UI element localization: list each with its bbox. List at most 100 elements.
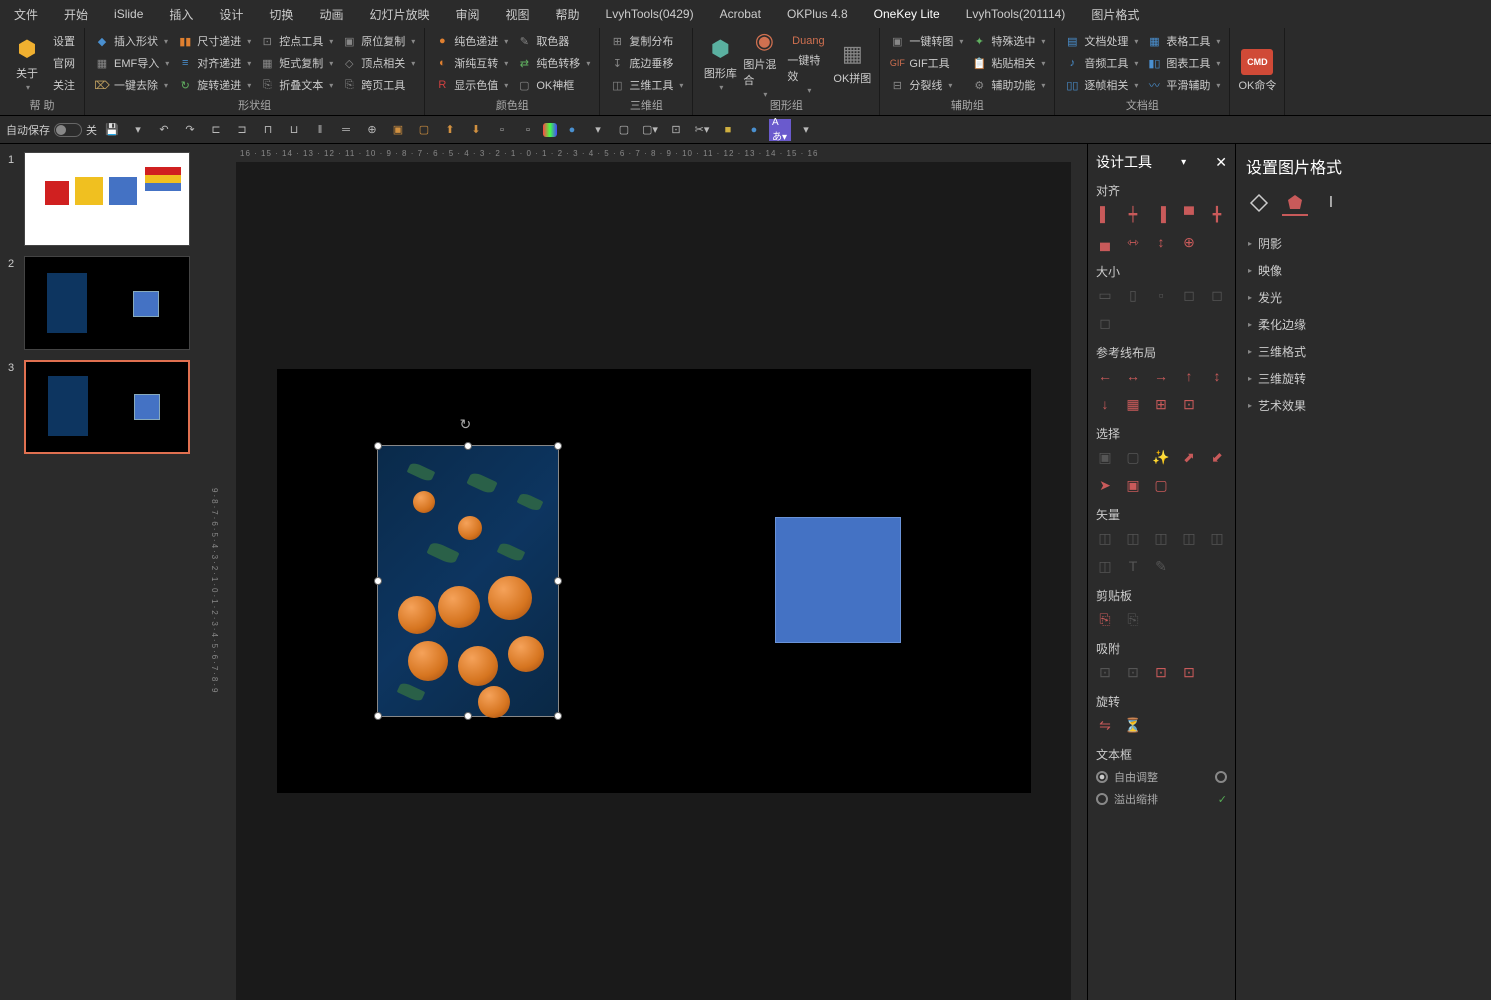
align-top-icon[interactable]: ⊔ <box>283 119 305 141</box>
effect-button[interactable]: Duang一键特效▾ <box>787 31 829 95</box>
gif-button[interactable]: GIFGIF工具 <box>886 53 966 73</box>
matrix-copy-button[interactable]: ▦矩式复制▾ <box>256 53 336 73</box>
convert-img-button[interactable]: ▣一键转图▾ <box>886 31 966 51</box>
special-select-button[interactable]: ✦特殊选中▾ <box>968 31 1048 51</box>
align-right-icon[interactable]: ▐ <box>1152 205 1170 223</box>
menu-onekey[interactable]: OneKey Lite <box>864 3 950 25</box>
vec-6-icon[interactable]: ◫ <box>1096 557 1114 575</box>
fp-tab-effects[interactable] <box>1282 190 1308 216</box>
vec-2-icon[interactable]: ◫ <box>1124 529 1142 547</box>
menu-transition[interactable]: 切换 <box>259 2 303 27</box>
menu-design[interactable]: 设计 <box>209 2 253 27</box>
handle-s[interactable] <box>464 712 472 720</box>
extra-1-icon[interactable]: ▫ <box>491 119 513 141</box>
sel-8-icon[interactable]: ▢ <box>1152 476 1170 494</box>
fold-text-button[interactable]: ⎘折叠文本▾ <box>256 75 336 95</box>
rotate-flip-v-icon[interactable]: ⏳ <box>1124 716 1142 734</box>
send-back-icon[interactable]: ⬇ <box>465 119 487 141</box>
size-step-button[interactable]: ▮▮尺寸递进▾ <box>174 31 254 51</box>
menu-animation[interactable]: 动画 <box>309 2 353 27</box>
sel-4-icon[interactable]: ⬈ <box>1180 448 1198 466</box>
menu-lvyh1[interactable]: LvyhTools(0429) <box>596 3 704 25</box>
handle-w[interactable] <box>374 577 382 585</box>
vec-t-icon[interactable]: T <box>1124 557 1142 575</box>
audio-button[interactable]: ♪音频工具▾ <box>1061 53 1141 73</box>
dropdown-icon[interactable]: ▾ <box>127 119 149 141</box>
thumb-slide-2[interactable] <box>24 256 190 350</box>
close-design-panel[interactable]: ✕ <box>1215 154 1227 171</box>
text-style-icon[interactable]: Aあ▾ <box>769 119 791 141</box>
redo-icon[interactable]: ↷ <box>179 119 201 141</box>
sel-7-icon[interactable]: ▣ <box>1124 476 1142 494</box>
menu-help[interactable]: 帮助 <box>546 2 590 27</box>
vec-1-icon[interactable]: ◫ <box>1096 529 1114 547</box>
rotation-handle[interactable]: ↻ <box>460 416 476 432</box>
center-both-icon[interactable]: ⊕ <box>1180 233 1198 251</box>
guide-t-icon[interactable]: ↑ <box>1180 367 1198 385</box>
chart-button[interactable]: ▮▯图表工具▾ <box>1143 53 1223 73</box>
menu-view[interactable]: 视图 <box>495 2 539 27</box>
size-1-icon[interactable]: ▭ <box>1096 286 1114 304</box>
paste-related-button[interactable]: 📋粘贴相关▾ <box>968 53 1048 73</box>
align-left-icon[interactable]: ▌ <box>1096 205 1114 223</box>
distribute-v-icon[interactable]: ═ <box>335 119 357 141</box>
size-5-icon[interactable]: ◻ <box>1208 286 1226 304</box>
fp-reflection[interactable]: ▸映像 <box>1246 257 1481 284</box>
fill-yellow-icon[interactable]: ■ <box>717 119 739 141</box>
doc-process-button[interactable]: ▤文档处理▾ <box>1061 31 1141 51</box>
undo-icon[interactable]: ↶ <box>153 119 175 141</box>
insert-shape-button[interactable]: ◆插入形状▾ <box>91 31 172 51</box>
vec-5-icon[interactable]: ◫ <box>1208 529 1226 547</box>
shape-lib-button[interactable]: ⬢图形库▾ <box>699 31 741 95</box>
thumb-slide-3[interactable] <box>24 360 190 454</box>
align-top-icon[interactable]: ▀ <box>1180 205 1198 223</box>
menu-review[interactable]: 审阅 <box>445 2 489 27</box>
menu-slideshow[interactable]: 幻灯片放映 <box>359 2 439 27</box>
align-right-icon[interactable]: ⊓ <box>257 119 279 141</box>
fp-soft-edge[interactable]: ▸柔化边缘 <box>1246 311 1481 338</box>
remove-button[interactable]: ⌦一键去除▾ <box>91 75 172 95</box>
align-left-icon[interactable]: ⊏ <box>205 119 227 141</box>
group-icon[interactable]: ▣ <box>387 119 409 141</box>
fill-blue-icon[interactable]: ● <box>743 119 765 141</box>
handle-e[interactable] <box>554 577 562 585</box>
split-line-button[interactable]: ⊟分裂线▾ <box>886 75 966 95</box>
blue-rectangle[interactable] <box>775 517 901 643</box>
spell-button[interactable]: ▦OK拼图 <box>831 31 873 95</box>
color-transfer-button[interactable]: ⇄纯色转移▾ <box>513 53 593 73</box>
fp-art-effect[interactable]: ▸艺术效果 <box>1246 392 1481 419</box>
shape-a-icon[interactable]: ▢ <box>613 119 635 141</box>
vec-4-icon[interactable]: ◫ <box>1180 529 1198 547</box>
clip-paste-icon[interactable]: ⎘ <box>1124 610 1142 628</box>
guide-grid2-icon[interactable]: ⊞ <box>1152 395 1170 413</box>
emf-import-button[interactable]: ▦EMF导入▾ <box>91 53 172 73</box>
menu-file[interactable]: 文件 <box>4 2 48 27</box>
snap-1-icon[interactable]: ⊡ <box>1096 663 1114 681</box>
rotate-flip-h-icon[interactable]: ⇋ <box>1096 716 1114 734</box>
circle-icon[interactable]: ● <box>561 119 583 141</box>
distribute-h-icon[interactable]: ‖ <box>309 119 331 141</box>
thumb-slide-1[interactable] <box>24 152 190 246</box>
sel-5-icon[interactable]: ⬋ <box>1208 448 1226 466</box>
autosave-toggle[interactable] <box>54 123 82 137</box>
vertex-button[interactable]: ◇顶点相关▾ <box>338 53 418 73</box>
size-6-icon[interactable]: ◻ <box>1096 314 1114 332</box>
radio-overflow[interactable]: 溢出缩排✓ <box>1096 791 1227 807</box>
radio-free[interactable]: 自由调整 <box>1096 769 1227 785</box>
size-3-icon[interactable]: ▫ <box>1152 286 1170 304</box>
shape-b-icon[interactable]: ▢▾ <box>639 119 661 141</box>
fp-tab-size[interactable]: I <box>1318 190 1344 216</box>
vec-pen-icon[interactable]: ✎ <box>1152 557 1170 575</box>
rotate-step-button[interactable]: ↻旋转递进▾ <box>174 75 254 95</box>
three-d-button[interactable]: ◫三维工具▾ <box>606 75 686 95</box>
tool-icon[interactable]: ✂▾ <box>691 119 713 141</box>
crop-icon[interactable]: ⊡ <box>665 119 687 141</box>
handle-ne[interactable] <box>554 442 562 450</box>
control-point-button[interactable]: ⊡控点工具▾ <box>256 31 336 51</box>
settings-button[interactable]: 设置 <box>50 31 78 51</box>
gradient-icon[interactable] <box>543 123 557 137</box>
size-2-icon[interactable]: ▯ <box>1124 286 1142 304</box>
canvas[interactable]: ↻ <box>236 162 1071 1000</box>
guide-grid3-icon[interactable]: ⊡ <box>1180 395 1198 413</box>
clip-copy-icon[interactable]: ⎘ <box>1096 610 1114 628</box>
